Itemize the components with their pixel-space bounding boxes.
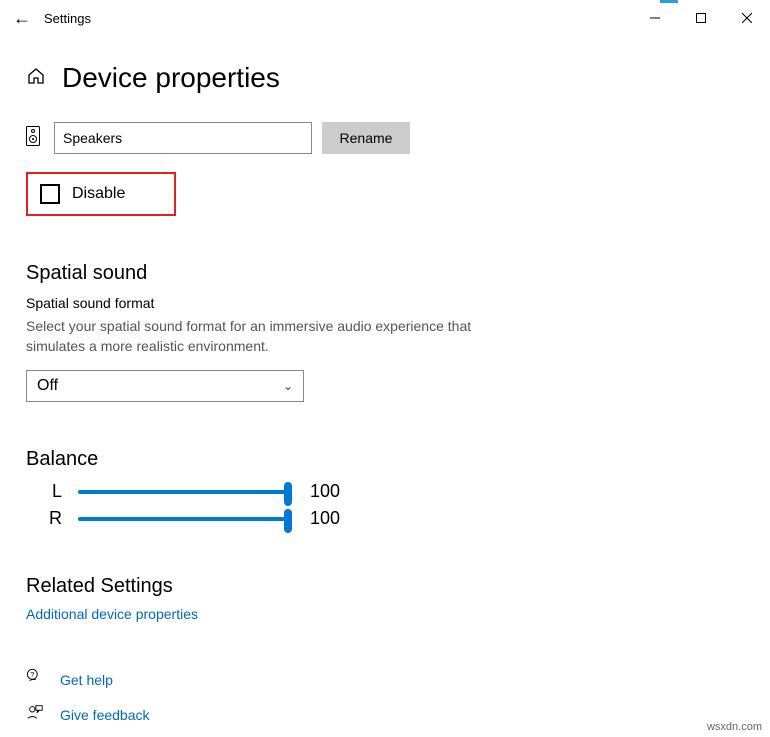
slider-thumb[interactable] <box>284 509 292 533</box>
slider-track <box>78 490 288 494</box>
content: Device properties Rename Disable Spatial… <box>0 62 770 726</box>
spatial-sub: Spatial sound format <box>26 295 744 311</box>
disable-checkbox[interactable] <box>40 184 60 204</box>
spatial-heading: Spatial sound <box>26 262 744 285</box>
minimize-button[interactable] <box>632 0 678 36</box>
balance-heading: Balance <box>26 448 744 471</box>
balance-left-label: L <box>26 481 62 502</box>
chevron-down-icon: ⌄ <box>283 379 293 393</box>
balance-left-row: L 100 <box>26 481 744 502</box>
maximize-icon <box>696 13 706 23</box>
related-heading: Related Settings <box>26 575 744 598</box>
give-feedback-row[interactable]: Give feedback <box>26 703 744 726</box>
spatial-format-dropdown[interactable]: Off ⌄ <box>26 370 304 402</box>
slider-track <box>78 517 288 521</box>
balance-section: Balance L 100 R 100 <box>26 448 744 529</box>
balance-right-slider[interactable] <box>78 509 288 529</box>
balance-left-value: 100 <box>310 481 340 502</box>
help-icon: ? <box>26 668 44 691</box>
slider-thumb[interactable] <box>284 482 292 506</box>
speaker-icon <box>26 126 44 151</box>
spatial-desc: Select your spatial sound format for an … <box>26 317 486 356</box>
dropdown-value: Off <box>37 377 58 395</box>
footer-links: ? Get help Give feedback <box>26 668 744 726</box>
rename-button[interactable]: Rename <box>322 122 410 154</box>
device-name-row: Rename <box>26 122 744 154</box>
page-title: Device properties <box>62 62 280 94</box>
get-help-link: Get help <box>60 672 113 688</box>
feedback-icon <box>26 703 44 726</box>
get-help-row[interactable]: ? Get help <box>26 668 744 691</box>
window-controls <box>632 0 770 36</box>
close-button[interactable] <box>724 0 770 36</box>
device-name-input[interactable] <box>54 122 312 154</box>
balance-right-value: 100 <box>310 508 340 529</box>
home-icon[interactable] <box>26 66 46 91</box>
balance-right-label: R <box>26 508 62 529</box>
back-arrow-icon: ← <box>13 8 31 28</box>
watermark: wsxdn.com <box>707 721 762 733</box>
give-feedback-link: Give feedback <box>60 707 150 723</box>
titlebar: ← Settings <box>0 0 770 36</box>
disable-label: Disable <box>72 185 125 203</box>
svg-text:?: ? <box>30 670 34 679</box>
top-accent <box>660 0 678 3</box>
balance-right-row: R 100 <box>26 508 744 529</box>
window-title: Settings <box>44 11 91 26</box>
close-icon <box>742 13 752 23</box>
balance-left-slider[interactable] <box>78 482 288 502</box>
page-heading: Device properties <box>26 62 744 94</box>
back-button[interactable]: ← <box>0 8 44 29</box>
maximize-button[interactable] <box>678 0 724 36</box>
disable-row[interactable]: Disable <box>26 172 176 216</box>
additional-properties-link[interactable]: Additional device properties <box>26 606 744 622</box>
minimize-icon <box>650 13 660 23</box>
